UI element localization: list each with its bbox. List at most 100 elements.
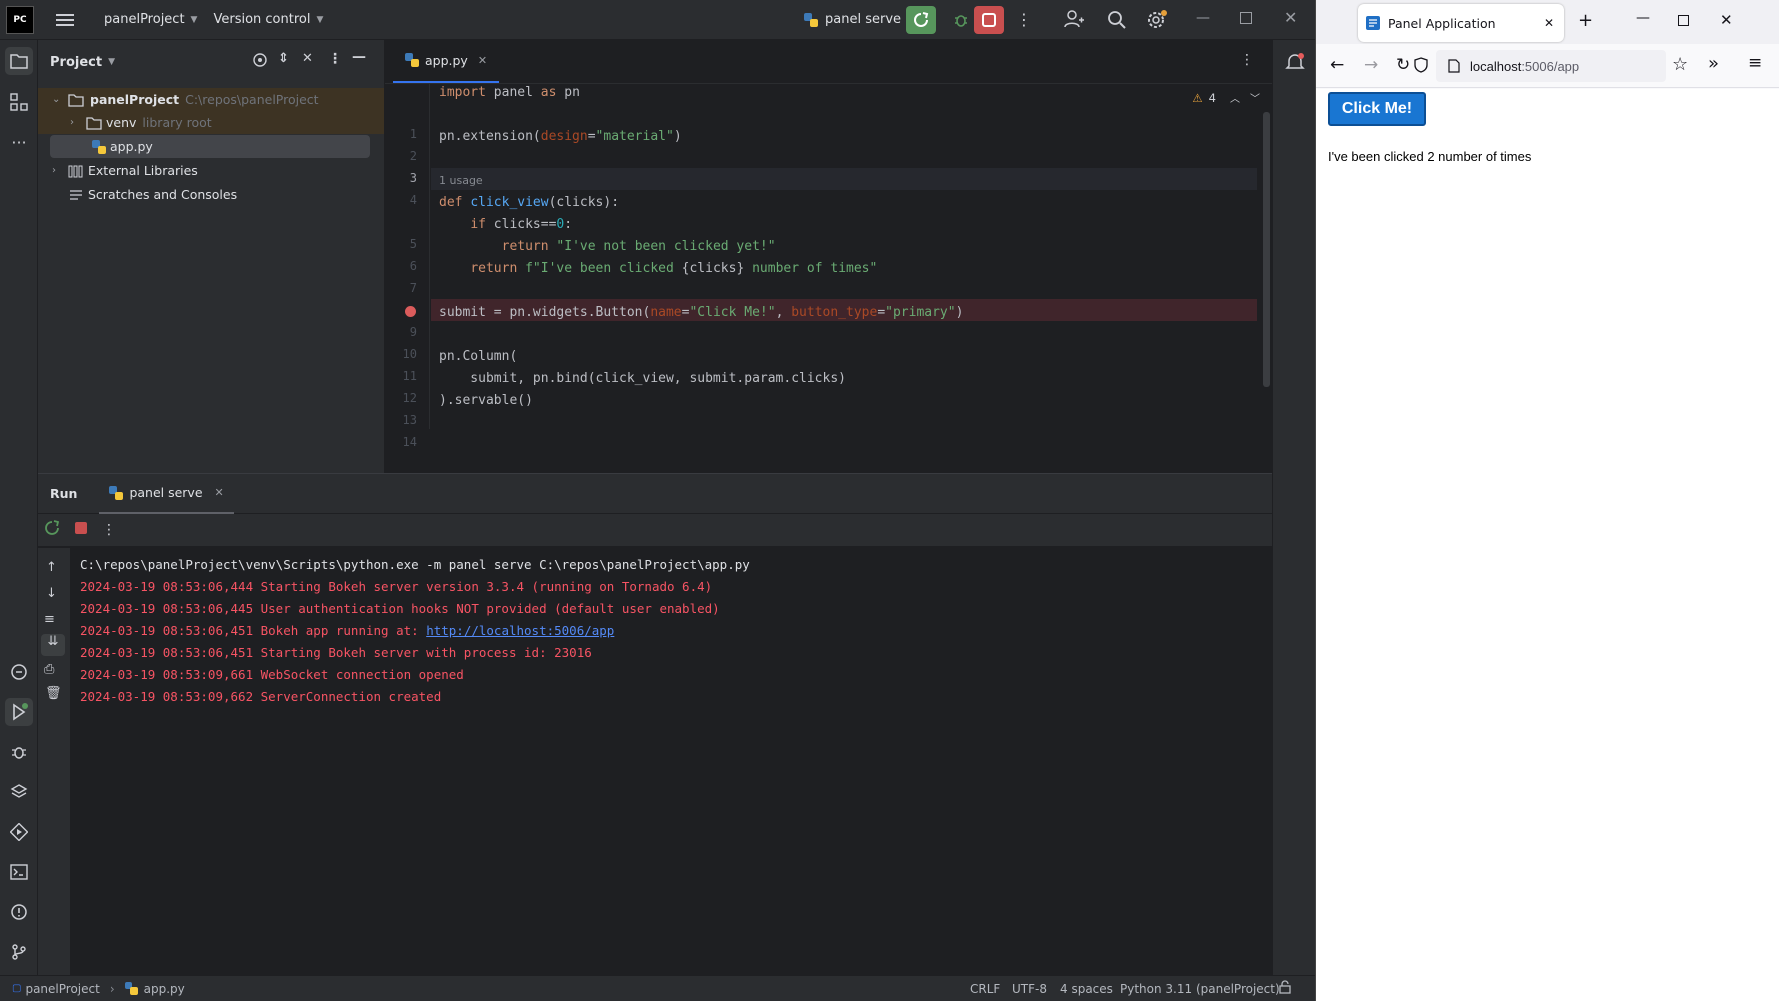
chevron-up-icon[interactable]: ︿ [1230,90,1240,105]
console-output[interactable]: C:\repos\panelProject\venv\Scripts\pytho… [70,548,1272,976]
code-editor[interactable]: app.py ✕ ⋮ ⚠ 4 ︿ ﹀ 1 2 3 4 5 6 7 9 10 11… [385,40,1272,473]
maximize-icon[interactable] [1240,12,1252,24]
run-config-selector[interactable]: panel serve▼ [795,0,922,40]
lock-icon[interactable] [1278,980,1292,997]
structure-icon [10,93,28,111]
project-panel: Project ▼ ⇕ ✕ ⋮ — ⌄ panelProject C:\repos… [38,40,385,473]
back-arrow-icon[interactable]: ← [1330,55,1344,75]
usage-hint[interactable]: 1 usage [439,174,483,187]
run-tab-label: panel serve [129,485,203,500]
line-gutter: 1 2 3 4 5 6 7 9 10 11 12 13 14 [385,84,430,449]
more-actions-icon[interactable]: ⋮ [1016,10,1032,29]
python-file-icon [124,982,138,995]
minimize-icon[interactable]: — [1636,10,1650,26]
vcs-selector[interactable]: Version control ▼ [205,0,331,40]
breakpoint-icon[interactable] [405,306,416,317]
main-menu-icon[interactable] [48,0,82,40]
settings-gear-icon[interactable] [1146,9,1168,35]
tab-app-py[interactable]: app.py ✕ [393,39,500,83]
inspection-widget[interactable]: ⚠ 4 ︿ ﹀ [1192,90,1260,106]
expand-all-icon[interactable]: ⇕ [278,51,289,66]
reload-icon[interactable]: ↻ [1396,55,1410,75]
add-user-icon[interactable] [1064,9,1084,33]
tab-options-icon[interactable]: ⋮ [1240,52,1254,68]
shield-icon[interactable] [1414,57,1428,77]
tree-item-venv[interactable]: › venv library root [38,111,384,134]
close-tab-icon[interactable]: ✕ [215,486,224,499]
search-icon[interactable] [1107,10,1127,34]
tree-item-external-libraries[interactable]: › External Libraries [38,159,384,182]
terminal-tool-button[interactable] [5,858,33,886]
interpreter-widget[interactable]: Python 3.11 (panelProject) [1120,982,1280,996]
problems-tool-button[interactable] [5,898,33,926]
structure-tool-button[interactable] [5,88,33,116]
chevron-down-icon[interactable]: ▼ [108,57,115,67]
soft-wrap-icon[interactable]: ≡ [44,612,55,627]
line-separator-widget[interactable]: CRLF [970,982,1000,996]
breadcrumb-project[interactable]: panelProject [25,982,99,996]
new-tab-icon[interactable]: + [1578,10,1593,31]
close-tab-icon[interactable]: ✕ [1544,16,1554,30]
python-console-icon [11,664,27,680]
tree-item-hint: library root [142,115,212,130]
close-icon[interactable]: ✕ [1284,8,1297,27]
arrow-down-icon[interactable]: ↓ [46,586,57,601]
click-me-button[interactable]: Click Me! [1328,92,1426,126]
maximize-icon[interactable] [1678,15,1689,26]
close-window-icon[interactable]: ✕ [1720,11,1733,29]
project-panel-title[interactable]: Project [50,55,102,70]
encoding-widget[interactable]: UTF-8 [1012,982,1047,996]
scroll-to-end-icon[interactable]: ⇊ [41,634,65,656]
warning-icon: ⚠ [1192,90,1203,105]
arrow-up-icon[interactable]: ↑ [46,560,57,575]
indent-widget[interactable]: 4 spaces [1060,982,1113,996]
stop-icon[interactable] [74,521,88,539]
locate-icon[interactable] [252,52,268,72]
options-icon[interactable]: ⋮ [328,51,342,67]
chevron-down-icon[interactable]: ﹀ [1250,90,1260,105]
close-tab-icon[interactable]: ✕ [478,54,487,67]
minimize-icon[interactable]: — [1196,10,1210,26]
line-number: 6 [409,259,417,273]
python-packages-button[interactable] [5,658,33,686]
overflow-chevron-icon[interactable]: » [1708,53,1719,74]
address-bar[interactable]: localhost:5006/app [1436,50,1666,82]
print-icon[interactable]: ⎙ [44,662,54,677]
collapse-all-icon[interactable]: ✕ [302,51,313,66]
browser-tab-bar: Panel Application ✕ + — ✕ [1316,0,1779,44]
left-toolbar: ··· [0,40,38,975]
trash-icon[interactable]: 🗑 [45,686,62,701]
stop-button[interactable] [974,6,1004,34]
rerun-icon[interactable] [44,520,60,540]
more-tools-icon[interactable]: ··· [5,128,33,156]
code-line-8: return f"I've been clicked {clicks} numb… [470,261,878,276]
bookmark-star-icon[interactable]: ☆ [1672,54,1688,75]
services-tool-button[interactable] [5,818,33,846]
editor-scrollbar[interactable] [1263,112,1270,387]
browser-tab[interactable]: Panel Application ✕ [1358,4,1564,42]
git-tool-button[interactable] [5,938,33,966]
hamburger-menu-icon[interactable]: ≡ [1748,53,1762,73]
more-options-icon[interactable]: ⋮ [102,522,116,538]
forward-arrow-icon[interactable]: → [1364,55,1378,75]
line-number: 14 [402,435,417,449]
run-tab-panel-serve[interactable]: panel serve ✕ [99,474,234,514]
page-content: Click Me! I've been clicked 2 number of … [1316,89,1779,1001]
run-tool-button[interactable] [5,698,33,726]
tree-item-app-py[interactable]: app.py [50,135,370,158]
layers-tool-button[interactable] [5,778,33,806]
tree-item-scratches[interactable]: Scratches and Consoles [38,183,384,206]
breadcrumb-file[interactable]: app.py [144,982,185,996]
chevron-down-icon: ▼ [190,14,198,25]
project-tool-button[interactable] [5,47,33,75]
rerun-button[interactable] [906,6,936,34]
right-toolbar [1272,40,1315,975]
project-selector[interactable]: panelProject ▼ [96,0,205,40]
tree-item-panelproject[interactable]: ⌄ panelProject C:\repos\panelProject [38,88,384,111]
server-url-link[interactable]: http://localhost:5006/app [426,623,614,638]
notifications-bell-icon[interactable] [1285,52,1305,76]
tree-item-label: External Libraries [88,163,198,178]
debug-button[interactable] [946,6,976,34]
hide-panel-icon[interactable]: — [352,49,366,65]
debug-tool-button[interactable] [5,738,33,766]
